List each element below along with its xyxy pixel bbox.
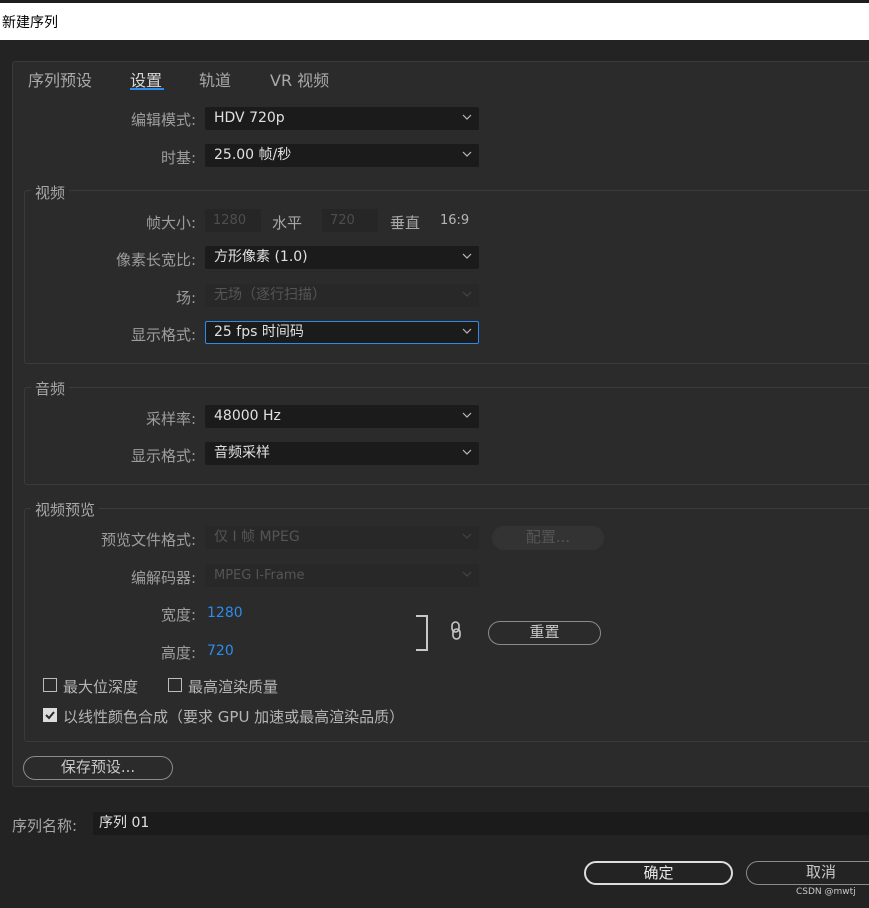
edit-mode-select[interactable]: HDV 720p xyxy=(205,107,479,130)
preview-file-format-select: 仅 I 帧 MPEG xyxy=(205,526,479,549)
tab-tracks[interactable]: 轨道 xyxy=(199,67,231,91)
window-title: 新建序列 xyxy=(2,15,58,31)
video-display-format-select[interactable]: 25 fps 时间码 xyxy=(205,321,479,344)
link-icon[interactable] xyxy=(447,620,465,642)
video-preview-group-title: 视频预览 xyxy=(31,499,100,520)
chevron-down-icon xyxy=(462,533,472,539)
audio-group-title: 音频 xyxy=(31,378,70,399)
top-border xyxy=(0,0,869,3)
configure-button: 配置... xyxy=(492,526,604,550)
video-group-title: 视频 xyxy=(31,182,70,203)
chevron-down-icon xyxy=(462,253,472,259)
edit-mode-label: 编辑模式: xyxy=(130,111,196,129)
audio-display-format-value: 音频采样 xyxy=(214,445,270,461)
aspect-ratio-text: 16:9 xyxy=(440,213,470,228)
video-display-format-label: 显示格式: xyxy=(130,326,196,344)
sample-rate-select[interactable]: 48000 Hz xyxy=(205,405,479,428)
save-preset-button[interactable]: 保存预设... xyxy=(23,756,173,780)
height-label: 高度: xyxy=(160,644,196,662)
audio-display-format-label: 显示格式: xyxy=(130,447,196,465)
tab-sequence-presets[interactable]: 序列预设 xyxy=(28,67,92,91)
fields-value: 无场（逐行扫描） xyxy=(214,287,326,303)
chevron-down-icon xyxy=(462,571,472,577)
vertical-label: 垂直 xyxy=(390,214,421,232)
tab-vr-video[interactable]: VR 视频 xyxy=(270,67,329,91)
ok-button[interactable]: 确定 xyxy=(584,861,733,885)
frame-size-label: 帧大小: xyxy=(145,214,196,232)
codec-label: 编解码器: xyxy=(130,569,196,587)
title-bar: 新建序列 xyxy=(0,0,869,40)
preview-file-format-value: 仅 I 帧 MPEG xyxy=(214,529,300,545)
sequence-name-label: 序列名称: xyxy=(12,817,78,835)
codec-value: MPEG I-Frame xyxy=(214,568,305,583)
aspect-bracket-icon xyxy=(416,615,428,651)
width-value[interactable]: 1280 xyxy=(207,605,243,621)
video-display-format-value: 25 fps 时间码 xyxy=(214,324,304,340)
pixel-aspect-value: 方形像素 (1.0) xyxy=(214,249,308,265)
codec-select: MPEG I-Frame xyxy=(205,564,479,587)
fields-select: 无场（逐行扫描） xyxy=(205,284,479,307)
chevron-down-icon xyxy=(462,328,472,334)
linear-color-label: 以线性颜色合成（要求 GPU 加速或最高渲染品质） xyxy=(63,708,405,726)
pixel-aspect-select[interactable]: 方形像素 (1.0) xyxy=(205,246,479,269)
reset-button[interactable]: 重置 xyxy=(488,621,601,645)
edit-mode-value: HDV 720p xyxy=(214,110,285,126)
max-bit-depth-label: 最大位深度 xyxy=(63,678,139,696)
frame-height-field: 720 xyxy=(322,209,378,232)
frame-width-field: 1280 xyxy=(205,209,261,232)
chevron-down-icon xyxy=(462,412,472,418)
timebase-label: 时基: xyxy=(160,149,196,167)
height-value[interactable]: 720 xyxy=(207,643,234,659)
cancel-button[interactable]: 取消 xyxy=(746,861,869,885)
chevron-down-icon xyxy=(462,291,472,297)
linear-color-checkbox[interactable] xyxy=(43,708,57,722)
timebase-value: 25.00 帧/秒 xyxy=(214,147,292,163)
max-render-quality-checkbox[interactable] xyxy=(168,678,182,692)
audio-group xyxy=(24,387,869,485)
audio-display-format-select[interactable]: 音频采样 xyxy=(205,442,479,465)
chevron-down-icon xyxy=(462,114,472,120)
width-label: 宽度: xyxy=(160,606,196,624)
pixel-aspect-label: 像素长宽比: xyxy=(115,251,196,269)
sample-rate-value: 48000 Hz xyxy=(214,408,281,424)
tab-settings-underline xyxy=(130,88,164,90)
timebase-select[interactable]: 25.00 帧/秒 xyxy=(205,144,479,167)
horizontal-label: 水平 xyxy=(272,214,303,232)
preview-file-format-label: 预览文件格式: xyxy=(100,531,196,549)
chevron-down-icon xyxy=(462,151,472,157)
sample-rate-label: 采样率: xyxy=(145,410,196,428)
checkmark-icon xyxy=(44,710,55,719)
max-render-quality-label: 最高渲染质量 xyxy=(188,678,279,696)
chevron-down-icon xyxy=(462,449,472,455)
fields-label: 场: xyxy=(175,289,196,307)
watermark-text: CSDN @mwtj xyxy=(796,887,856,897)
max-bit-depth-checkbox[interactable] xyxy=(43,678,57,692)
sequence-name-input[interactable]: 序列 01 xyxy=(93,812,869,835)
